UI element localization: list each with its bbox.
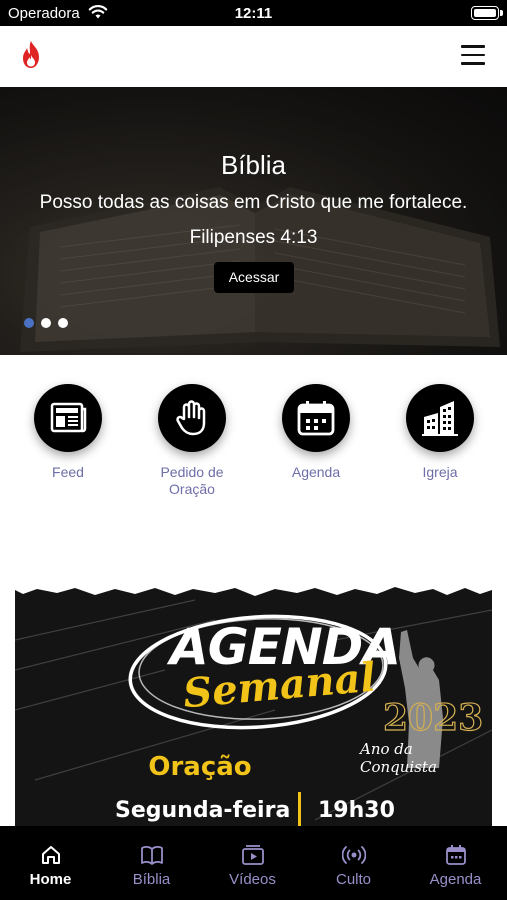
tab-label: Vídeos [229,871,276,888]
hamburger-menu-icon[interactable] [461,45,485,65]
flame-icon[interactable] [20,40,42,70]
calendar-icon [297,401,335,436]
hero-verse: Posso todas as coisas em Cristo que me f… [39,192,468,213]
clock: 12:11 [234,5,273,22]
quick-action-label: Agenda [291,464,341,480]
carousel-dots [24,318,68,328]
tab-agenda[interactable]: Agenda [405,826,506,900]
app-header [0,26,507,87]
quick-action-church[interactable]: Igreja [385,384,495,481]
quick-action-label: Igreja [422,464,458,480]
tab-label: Agenda [429,871,482,888]
banner-day: Segunda-feira [115,798,291,823]
tab-home[interactable]: Home [0,826,101,900]
tab-videos[interactable]: Vídeos [202,826,303,900]
hero-title: Bíblia [220,150,287,180]
banner-divider [298,792,301,826]
carousel-dot[interactable] [24,318,34,328]
banner-time: 19h30 [318,798,395,823]
quick-action-feed[interactable]: Feed [13,384,123,481]
battery-icon [471,6,503,20]
hero-reference: Filipenses 4:13 [189,227,318,248]
quick-action-prayer-request[interactable]: Pedido de Oração [137,384,247,498]
agenda-banner[interactable]: AGENDA Semanal 2023 Ano da Conquista Ora… [15,580,492,828]
newspaper-icon [50,402,87,433]
access-button[interactable]: Acessar [214,262,294,293]
home-icon [41,846,60,864]
carousel-dot[interactable] [41,318,51,328]
calendar-icon [445,845,466,865]
banner-event: Oração [148,752,252,782]
video-icon [241,845,264,865]
buildings-icon [422,401,458,436]
carousel-dot[interactable] [58,318,68,328]
broadcast-icon [341,846,366,864]
quick-actions: Feed Pedido de Oração Agenda Igreja [0,384,507,514]
status-bar: Operadora 12:11 [0,0,507,26]
tab-label: Culto [335,871,372,888]
raised-hand-icon [176,400,206,436]
quick-action-agenda[interactable]: Agenda [261,384,371,481]
tab-label: Home [29,871,72,888]
quick-action-label: Pedido de Oração [160,464,224,497]
book-icon [140,846,163,865]
banner-year-caption: Ano da Conquista [360,740,437,776]
bottom-tab-bar: Home Bíblia Vídeos Culto Agenda [0,826,507,900]
hero-carousel[interactable]: Bíblia Posso todas as coisas em Cristo q… [0,87,507,355]
quick-action-label: Feed [52,464,84,480]
tab-label: Bíblia [132,871,171,888]
tab-bible[interactable]: Bíblia [101,826,202,900]
tab-worship[interactable]: Culto [303,826,404,900]
banner-year: 2023 [382,696,484,739]
